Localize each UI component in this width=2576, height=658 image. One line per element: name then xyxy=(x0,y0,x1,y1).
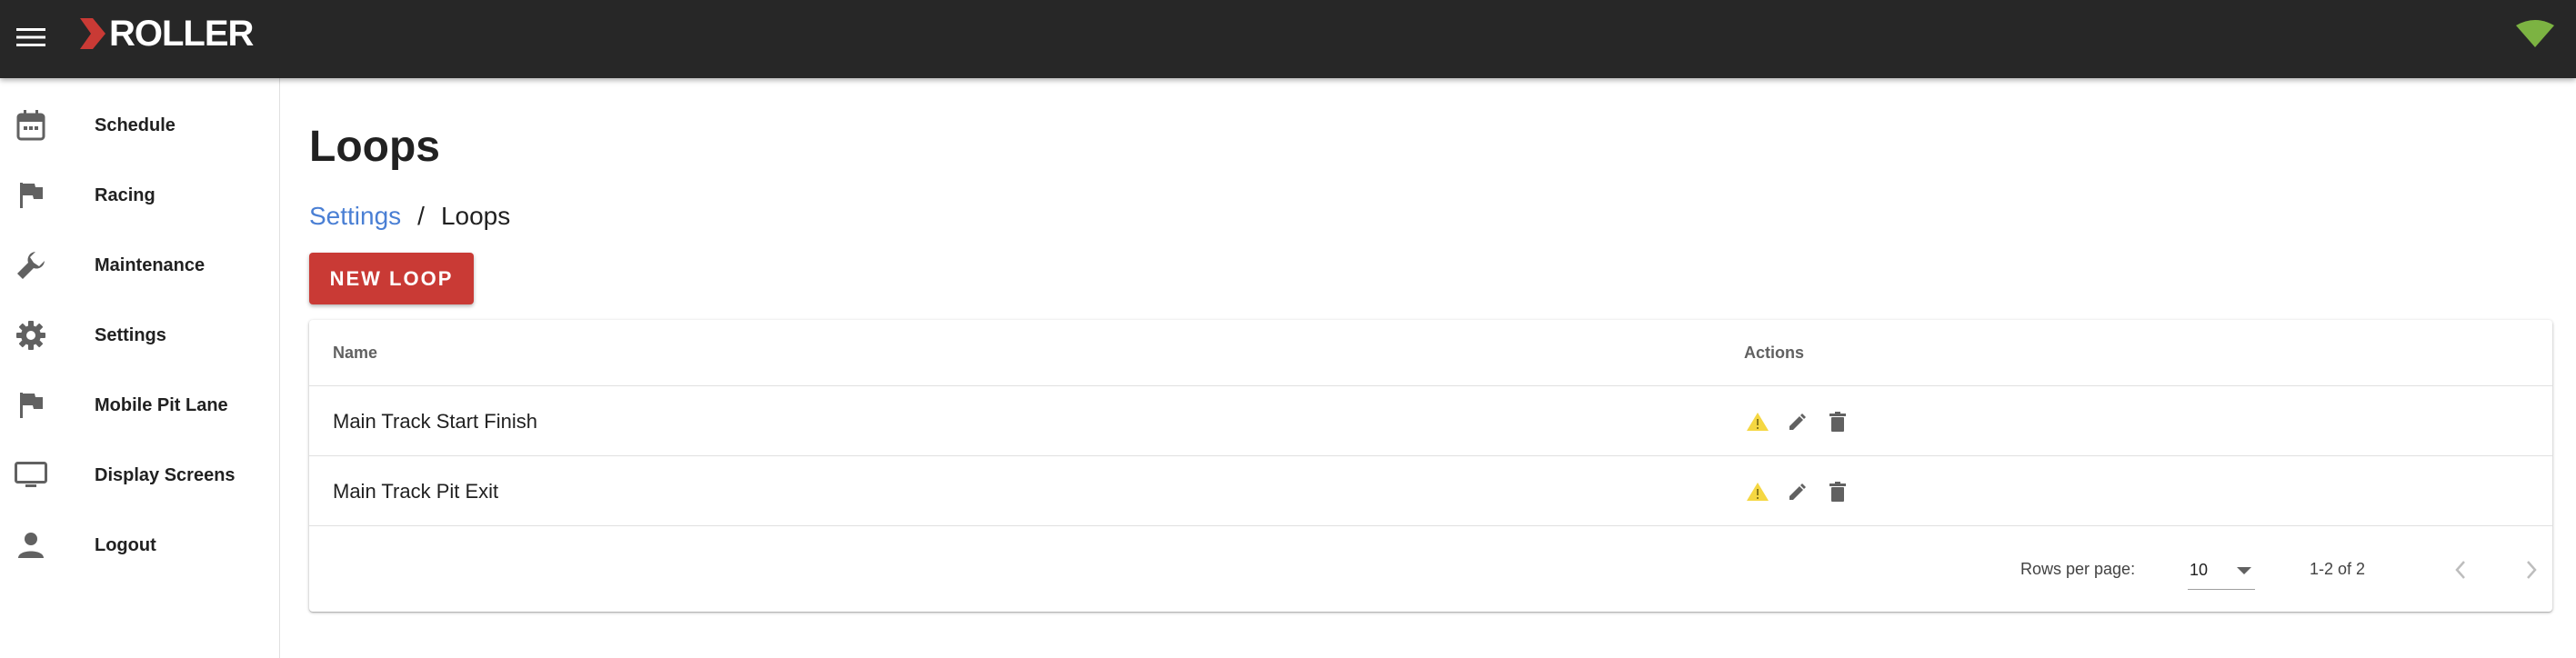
loops-table: Name Actions Main Track Start Finish Mai… xyxy=(309,320,2552,612)
sidebar-item-label: Logout xyxy=(95,534,156,555)
next-page-icon[interactable] xyxy=(2513,552,2550,588)
warning-icon[interactable] xyxy=(1744,408,1771,435)
loop-name: Main Track Pit Exit xyxy=(333,479,499,503)
row-actions xyxy=(1744,386,1851,456)
person-icon xyxy=(13,527,49,563)
wrench-icon xyxy=(13,247,49,284)
sidebar-item-label: Racing xyxy=(95,184,155,205)
pagination-range: 1-2 of 2 xyxy=(2310,560,2366,578)
logo-chevron-icon xyxy=(80,18,105,49)
sidebar-item-label: Maintenance xyxy=(95,254,205,275)
new-loop-button[interactable]: NEW LOOP xyxy=(309,253,474,304)
column-header-actions: Actions xyxy=(1744,343,1805,362)
sidebar-item-label: Display Screens xyxy=(95,464,236,485)
edit-icon[interactable] xyxy=(1784,408,1811,435)
gear-icon xyxy=(13,317,49,354)
sidebar-item-label: Settings xyxy=(95,324,166,345)
table-pagination: Rows per page: 10 1-2 of 2 xyxy=(309,525,2552,612)
breadcrumb-settings-link[interactable]: Settings xyxy=(309,202,401,231)
delete-icon[interactable] xyxy=(1824,478,1851,505)
app-bar: ROLLER xyxy=(0,0,2576,78)
sidebar-item-label: Schedule xyxy=(95,115,175,135)
page-title: Loops xyxy=(309,123,440,171)
breadcrumb: Settings / Loops xyxy=(309,202,510,231)
rows-per-page-label: Rows per page: xyxy=(2020,560,2136,578)
row-actions xyxy=(1744,456,1851,526)
breadcrumb-separator: / xyxy=(417,202,425,230)
rows-per-page-value: 10 xyxy=(2190,561,2209,579)
sidebar-item-maintenance[interactable]: Maintenance xyxy=(0,231,279,300)
warning-icon[interactable] xyxy=(1744,478,1771,505)
table-row: Main Track Start Finish xyxy=(309,385,2552,455)
connection-status-icon xyxy=(2516,20,2554,49)
flag-icon xyxy=(13,177,49,214)
sidebar-item-schedule[interactable]: Schedule xyxy=(0,91,279,160)
logo-text: ROLLER xyxy=(109,14,254,54)
edit-icon[interactable] xyxy=(1784,478,1811,505)
calendar-icon xyxy=(13,107,49,144)
table-row: Main Track Pit Exit xyxy=(309,455,2552,525)
hamburger-menu-icon[interactable] xyxy=(13,19,49,55)
sidebar-item-display-screens[interactable]: Display Screens xyxy=(0,441,279,510)
chevron-down-icon xyxy=(2237,564,2251,581)
loop-name: Main Track Start Finish xyxy=(333,409,537,433)
sidebar-item-mobile-pit-lane[interactable]: Mobile Pit Lane xyxy=(0,371,279,440)
sidebar: Schedule Racing Maintenance Settings Mob… xyxy=(0,78,280,658)
previous-page-icon[interactable] xyxy=(2442,552,2479,588)
sidebar-item-logout[interactable]: Logout xyxy=(0,511,279,580)
rows-per-page-select[interactable]: 10 xyxy=(2188,552,2255,590)
column-header-name[interactable]: Name xyxy=(333,320,377,385)
monitor-icon xyxy=(13,457,49,494)
roller-logo[interactable]: ROLLER xyxy=(80,13,254,55)
flag-icon xyxy=(13,387,49,424)
sidebar-item-racing[interactable]: Racing xyxy=(0,161,279,230)
sidebar-item-label: Mobile Pit Lane xyxy=(95,394,228,415)
breadcrumb-current: Loops xyxy=(440,202,511,230)
sidebar-item-settings[interactable]: Settings xyxy=(0,301,279,370)
delete-icon[interactable] xyxy=(1824,408,1851,435)
